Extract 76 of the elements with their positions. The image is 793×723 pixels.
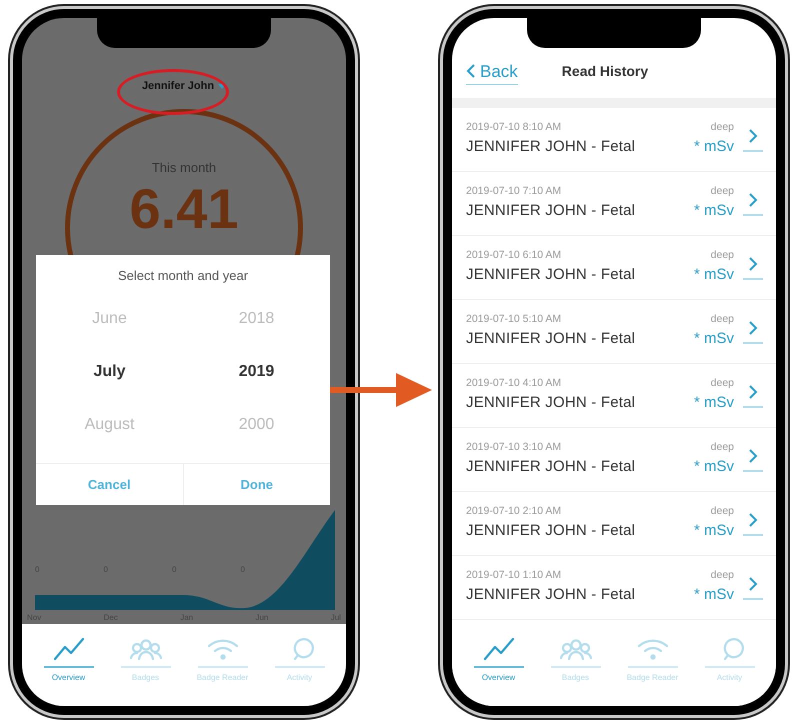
profile-dropdown[interactable]: Jennifer John bbox=[138, 78, 230, 94]
history-row[interactable]: 2019-07-10 5:10 AM JENNIFER JOHN - Fetal deep * mSv bbox=[452, 300, 776, 364]
history-row[interactable]: 2019-07-10 1:10 AM JENNIFER JOHN - Fetal deep * mSv bbox=[452, 556, 776, 620]
trend-line-icon bbox=[52, 636, 86, 662]
picker-option[interactable]: 2000 bbox=[238, 410, 274, 438]
back-button[interactable]: Back bbox=[466, 58, 518, 85]
row-type: deep bbox=[710, 184, 734, 200]
tab-underline bbox=[44, 666, 94, 668]
row-type: deep bbox=[710, 440, 734, 456]
dialog-title: Select month and year bbox=[116, 267, 250, 285]
history-row[interactable]: 2019-07-10 7:10 AM JENNIFER JOHN - Fetal deep * mSv bbox=[452, 172, 776, 236]
summary-label: This month bbox=[152, 158, 216, 176]
row-dose: * mSv bbox=[694, 585, 734, 606]
chevron-right-icon[interactable] bbox=[742, 190, 764, 216]
tab-underline bbox=[198, 666, 248, 668]
back-chevron-icon bbox=[466, 63, 476, 80]
page-title: Read History bbox=[562, 62, 648, 81]
history-row[interactable]: 2019-07-10 6:10 AM JENNIFER JOHN - Fetal deep * mSv bbox=[452, 236, 776, 300]
row-dose: * mSv bbox=[694, 137, 734, 158]
history-row[interactable]: 2019-07-10 2:10 AM JENNIFER JOHN - Fetal deep * mSv bbox=[452, 492, 776, 556]
row-time: 2019-07-10 8:10 AM bbox=[466, 120, 562, 136]
row-dose: * mSv bbox=[694, 393, 734, 414]
row-time: 2019-07-10 3:10 AM bbox=[466, 440, 562, 456]
picker-option[interactable]: August bbox=[84, 410, 134, 438]
row-dose: * mSv bbox=[694, 265, 734, 286]
row-dose: * mSv bbox=[694, 521, 734, 542]
row-type: deep bbox=[710, 248, 734, 264]
history-row[interactable]: 2019-07-10 8:10 AM JENNIFER JOHN - Fetal deep * mSv bbox=[452, 108, 776, 172]
chevron-right-icon[interactable] bbox=[742, 446, 764, 472]
tab-underline bbox=[474, 666, 524, 668]
history-row[interactable]: 2019-07-10 4:10 AM JENNIFER JOHN - Fetal deep * mSv bbox=[452, 364, 776, 428]
row-time: 2019-07-10 4:10 AM bbox=[466, 376, 562, 392]
dialog-button[interactable]: Cancel bbox=[36, 464, 182, 505]
picker-option[interactable]: 2019 bbox=[238, 358, 274, 384]
row-type: deep bbox=[710, 120, 734, 136]
row-time: 2019-07-10 6:10 AM bbox=[466, 248, 562, 264]
row-time: 2019-07-10 2:10 AM bbox=[466, 504, 562, 520]
row-name: JENNIFER JOHN - Fetal bbox=[466, 457, 636, 478]
row-name: JENNIFER JOHN - Fetal bbox=[466, 329, 636, 350]
trend-line-icon bbox=[482, 636, 516, 662]
row-dose: * mSv bbox=[694, 201, 734, 222]
row-name: JENNIFER JOHN - Fetal bbox=[466, 585, 636, 606]
row-name: JENNIFER JOHN - Fetal bbox=[466, 137, 636, 158]
chevron-right-icon[interactable] bbox=[742, 382, 764, 408]
row-name: JENNIFER JOHN - Fetal bbox=[466, 265, 636, 286]
dropdown-caret-icon bbox=[218, 84, 226, 89]
row-type: deep bbox=[710, 504, 734, 520]
chevron-right-icon[interactable] bbox=[742, 254, 764, 280]
tab-underline bbox=[628, 666, 678, 668]
picker-option[interactable]: June bbox=[92, 304, 127, 332]
row-time: 2019-07-10 7:10 AM bbox=[466, 184, 562, 200]
tab-underline bbox=[550, 666, 600, 668]
row-dose: * mSv bbox=[694, 329, 734, 350]
dialog-button[interactable]: Done bbox=[182, 464, 330, 505]
row-type: deep bbox=[710, 312, 734, 328]
chevron-right-icon[interactable] bbox=[742, 318, 764, 344]
history-row[interactable]: 2019-07-10 3:10 AM JENNIFER JOHN - Fetal deep * mSv bbox=[452, 428, 776, 492]
tab[interactable]: Overview bbox=[32, 636, 104, 684]
tab[interactable]: Overview bbox=[462, 636, 534, 684]
tab-underline bbox=[120, 666, 170, 668]
tab-underline bbox=[704, 666, 754, 668]
picker-option[interactable]: 2018 bbox=[238, 304, 274, 332]
picker-option[interactable]: July bbox=[93, 358, 126, 384]
summary-value: 6.41 bbox=[130, 181, 238, 237]
chevron-right-icon[interactable] bbox=[742, 510, 764, 536]
row-type: deep bbox=[710, 376, 734, 392]
row-name: JENNIFER JOHN - Fetal bbox=[466, 521, 636, 542]
tab-underline bbox=[274, 666, 324, 668]
row-time: 2019-07-10 1:10 AM bbox=[466, 568, 562, 584]
chevron-right-icon[interactable] bbox=[742, 574, 764, 600]
row-name: JENNIFER JOHN - Fetal bbox=[466, 201, 636, 222]
row-type: deep bbox=[710, 568, 734, 584]
row-dose: * mSv bbox=[694, 457, 734, 478]
row-name: JENNIFER JOHN - Fetal bbox=[466, 393, 636, 414]
row-time: 2019-07-10 5:10 AM bbox=[466, 312, 562, 328]
chevron-right-icon[interactable] bbox=[742, 126, 764, 152]
